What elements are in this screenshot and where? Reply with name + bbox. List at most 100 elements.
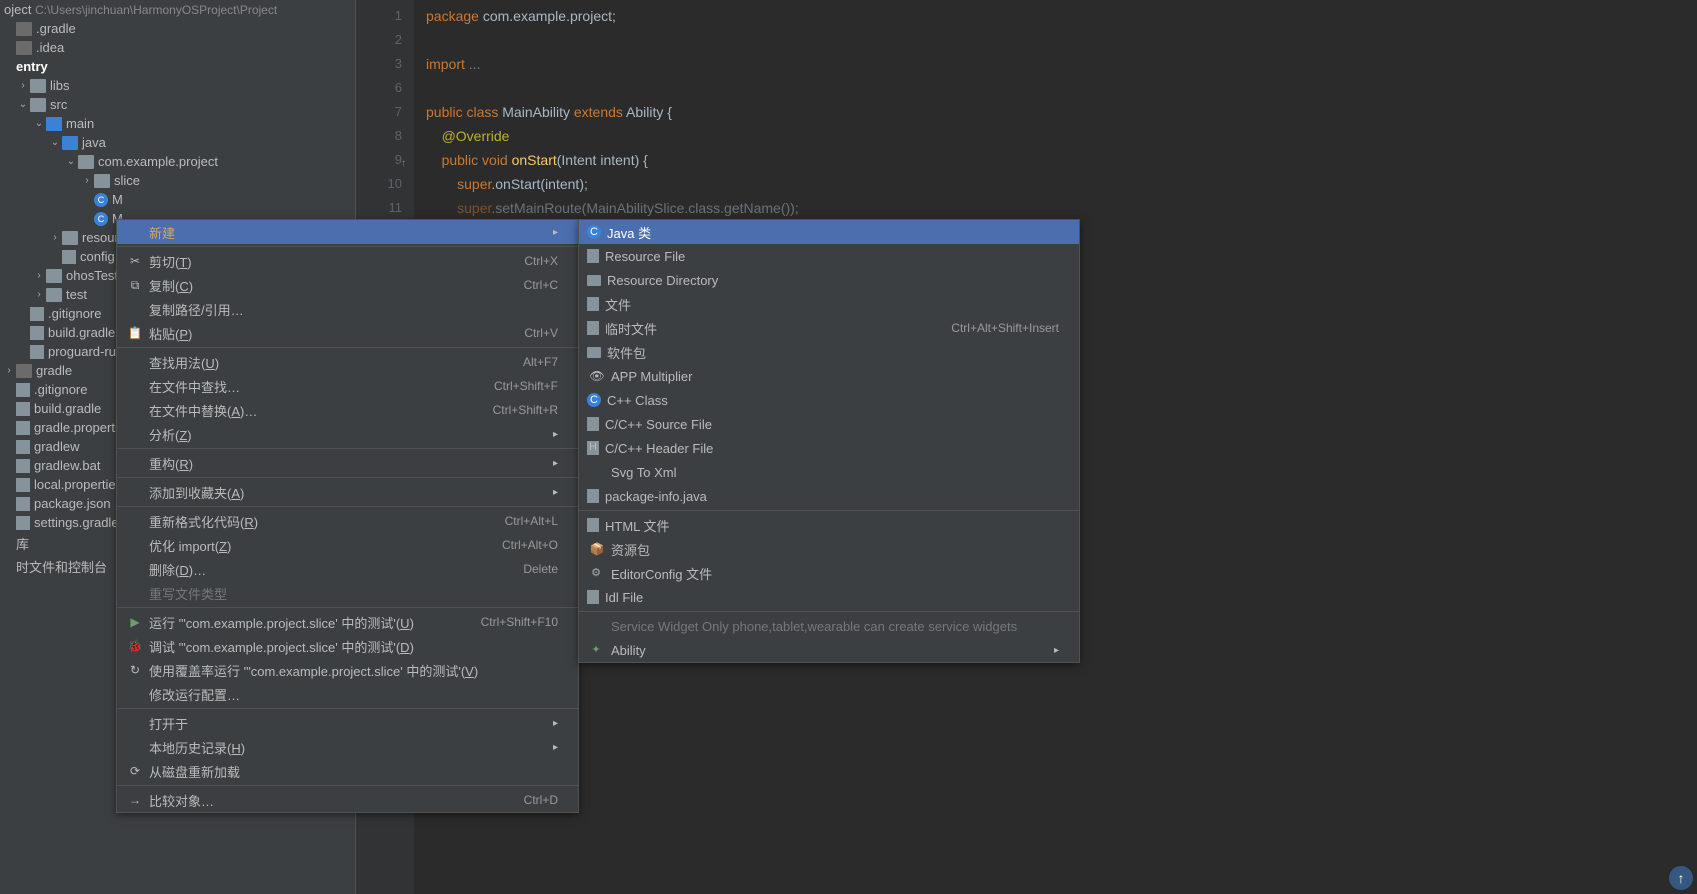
chevron-icon[interactable]: ›: [2, 365, 16, 376]
menu-item[interactable]: 文件: [579, 292, 1079, 316]
menu-item[interactable]: ⚙EditorConfig 文件: [579, 561, 1079, 585]
tree-item[interactable]: entry: [0, 57, 355, 76]
tree-item-label: ohosTest: [66, 268, 118, 283]
menu-item[interactable]: 软件包: [579, 340, 1079, 364]
menu-item[interactable]: 📋粘贴(P)Ctrl+V: [117, 321, 578, 345]
menu-item-label: 粘贴(P): [149, 324, 504, 343]
tree-item[interactable]: ⌄src: [0, 95, 355, 114]
tree-item[interactable]: ›libs: [0, 76, 355, 95]
menu-item[interactable]: 🐞 调试 '"com.example.project.slice' 中的测试'(D…: [117, 634, 578, 658]
menu-item-icon: ⟳: [125, 764, 145, 778]
menu-item-shortcut: Ctrl+Shift+F: [494, 379, 558, 393]
menu-item-icon: [587, 275, 601, 286]
menu-item[interactable]: 分析(Z)▸: [117, 422, 578, 446]
tree-item[interactable]: ⌄com.example.project: [0, 152, 355, 171]
menu-item[interactable]: 新建▸: [117, 220, 578, 244]
menu-item[interactable]: Resource Directory: [579, 268, 1079, 292]
chevron-icon[interactable]: ›: [32, 289, 46, 300]
menu-item[interactable]: 删除(D)…Delete: [117, 557, 578, 581]
tree-item-label: 库: [16, 534, 29, 553]
menu-item[interactable]: 在文件中替换(A)…Ctrl+Shift+R: [117, 398, 578, 422]
chevron-icon[interactable]: ⌄: [16, 99, 30, 110]
menu-item-icon: 🐞: [125, 639, 145, 653]
menu-item[interactable]: 重构(R)▸: [117, 451, 578, 475]
menu-item[interactable]: 临时文件Ctrl+Alt+Shift+Insert: [579, 316, 1079, 340]
menu-item-label: 调试 '"com.example.project.slice' 中的测试'(D): [149, 637, 558, 656]
tree-item-label: slice: [114, 173, 140, 188]
gutter-line-number: 9↑: [356, 148, 402, 172]
menu-item-icon: [587, 518, 599, 532]
chevron-icon[interactable]: ⌄: [32, 118, 46, 129]
menu-item[interactable]: CJava 类: [579, 220, 1079, 244]
chevron-icon[interactable]: ⌄: [48, 137, 62, 148]
chevron-icon[interactable]: ›: [80, 175, 94, 186]
menu-item-label: 查找用法(U): [149, 353, 503, 372]
menu-item-icon: C: [587, 225, 601, 239]
menu-item[interactable]: 重新格式化代码(R)Ctrl+Alt+L: [117, 509, 578, 533]
chevron-icon[interactable]: ›: [16, 80, 30, 91]
menu-item-label: package-info.java: [605, 489, 1059, 504]
menu-item-icon: ⚙: [587, 566, 605, 580]
tree-item-label: package.json: [34, 496, 111, 511]
tree-item-label: .gitignore: [34, 382, 87, 397]
menu-item[interactable]: HTML 文件: [579, 513, 1079, 537]
menu-item[interactable]: 添加到收藏夹(A)▸: [117, 480, 578, 504]
tree-item[interactable]: .gradle: [0, 19, 355, 38]
menu-item-icon: [587, 417, 599, 431]
menu-item[interactable]: 查找用法(U)Alt+F7: [117, 350, 578, 374]
menu-item[interactable]: 打开于▸: [117, 711, 578, 735]
context-menu-new-submenu[interactable]: CJava 类 Resource File Resource Directory文件…: [578, 219, 1080, 663]
menu-item[interactable]: ▶运行 '"com.example.project.slice' 中的测试'(U…: [117, 610, 578, 634]
menu-item-label: 软件包: [607, 343, 1059, 362]
menu-item[interactable]: Idl File: [579, 585, 1079, 609]
menu-item[interactable]: 优化 import(Z)Ctrl+Alt+O: [117, 533, 578, 557]
menu-item[interactable]: Svg To Xml: [579, 460, 1079, 484]
menu-item-label: HTML 文件: [605, 516, 1059, 535]
menu-item[interactable]: C/C++ Source File: [579, 412, 1079, 436]
menu-item-shortcut: Ctrl+Shift+F10: [481, 615, 558, 629]
menu-item[interactable]: 修改运行配置…: [117, 682, 578, 706]
menu-item[interactable]: CC++ Class: [579, 388, 1079, 412]
chevron-icon[interactable]: ›: [32, 270, 46, 281]
menu-item-label: 复制(C): [149, 276, 504, 295]
menu-item[interactable]: ✦Ability▸: [579, 638, 1079, 662]
chevron-right-icon: ▸: [1054, 645, 1059, 656]
folder-icon: [94, 174, 110, 188]
menu-item[interactable]: 本地历史记录(H)▸: [117, 735, 578, 759]
menu-item[interactable]: package-info.java: [579, 484, 1079, 508]
file-icon: [30, 345, 44, 359]
tree-item[interactable]: › slice: [0, 171, 355, 190]
tree-item[interactable]: ⌄java: [0, 133, 355, 152]
menu-item-label: Resource File: [605, 249, 1059, 264]
menu-item[interactable]: ⟳从磁盘重新加载: [117, 759, 578, 783]
menu-item-icon: ✦: [587, 643, 605, 657]
menu-item[interactable]: ↻使用覆盖率运行 '"com.example.project.slice' 中的…: [117, 658, 578, 682]
menu-item[interactable]: Resource File: [579, 244, 1079, 268]
menu-item[interactable]: 复制路径/引用…: [117, 297, 578, 321]
tree-item[interactable]: CM: [0, 190, 355, 209]
menu-item: 重写文件类型: [117, 581, 578, 605]
menu-item[interactable]: HC/C++ Header File: [579, 436, 1079, 460]
scroll-top-button[interactable]: ↑: [1669, 866, 1693, 890]
tree-item-label: .gitignore: [48, 306, 101, 321]
class-icon: C: [94, 212, 108, 226]
chevron-icon[interactable]: ⌄: [64, 156, 78, 167]
tree-item[interactable]: ⌄main: [0, 114, 355, 133]
menu-item[interactable]: →比较对象…Ctrl+D: [117, 788, 578, 812]
menu-item-icon: ▶: [125, 615, 145, 629]
menu-item[interactable]: 在文件中查找…Ctrl+Shift+F: [117, 374, 578, 398]
context-menu-main[interactable]: 新建▸ ✂剪切(T)Ctrl+X⧉复制(C)Ctrl+C复制路径/引用…📋粘贴(P…: [116, 219, 579, 813]
tree-item-label: 时文件和控制台: [16, 557, 107, 576]
menu-separator: [117, 785, 578, 786]
menu-item-label: 新建: [149, 223, 553, 242]
menu-item-label: 在文件中替换(A)…: [149, 401, 473, 420]
chevron-icon[interactable]: ›: [48, 232, 62, 243]
menu-item-label: 修改运行配置…: [149, 685, 558, 704]
menu-item: Service Widget Only phone,tablet,wearabl…: [579, 614, 1079, 638]
menu-item[interactable]: 📦资源包: [579, 537, 1079, 561]
menu-item[interactable]: 👁APP Multiplier: [579, 364, 1079, 388]
menu-item[interactable]: ⧉复制(C)Ctrl+C: [117, 273, 578, 297]
menu-item[interactable]: ✂剪切(T)Ctrl+X: [117, 249, 578, 273]
menu-item-label: 本地历史记录(H): [149, 738, 553, 757]
tree-item[interactable]: .idea: [0, 38, 355, 57]
